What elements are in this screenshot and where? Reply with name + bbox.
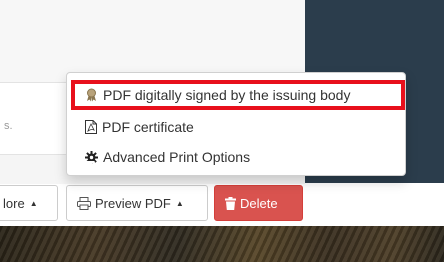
preview-pdf-button[interactable]: Preview PDF ▲ (66, 185, 208, 221)
caret-up-icon: ▲ (175, 198, 184, 208)
pdf-options-dropdown-menu: PDF digitally signed by the issuing body… (66, 72, 406, 176)
caret-up-icon: ▲ (29, 198, 38, 208)
print-icon (77, 196, 91, 210)
menu-item-pdf-certificate[interactable]: PDF certificate (67, 113, 405, 141)
menu-item-label: PDF certificate (102, 119, 194, 135)
dropdown-pointer-arrow (81, 161, 95, 168)
preview-pdf-label: Preview PDF (95, 195, 171, 211)
delete-label: Delete (240, 195, 278, 211)
menu-item-digitally-signed-pdf[interactable]: PDF digitally signed by the issuing body (67, 81, 405, 109)
menu-item-advanced-print-options[interactable]: Advanced Print Options (67, 143, 405, 171)
menu-item-label: Advanced Print Options (103, 149, 251, 165)
card-text-snippet: s. (4, 120, 13, 132)
more-dropdown-button[interactable]: lore ▲ (0, 185, 58, 221)
pdf-file-icon (85, 120, 97, 134)
menu-item-label: PDF digitally signed by the issuing body (103, 87, 351, 103)
award-ribbon-icon (85, 88, 98, 102)
delete-button[interactable]: Delete (214, 185, 303, 221)
more-button-label: lore (3, 195, 25, 211)
background-photo (0, 226, 444, 262)
trash-icon (225, 196, 236, 210)
page-header-area (0, 0, 305, 82)
